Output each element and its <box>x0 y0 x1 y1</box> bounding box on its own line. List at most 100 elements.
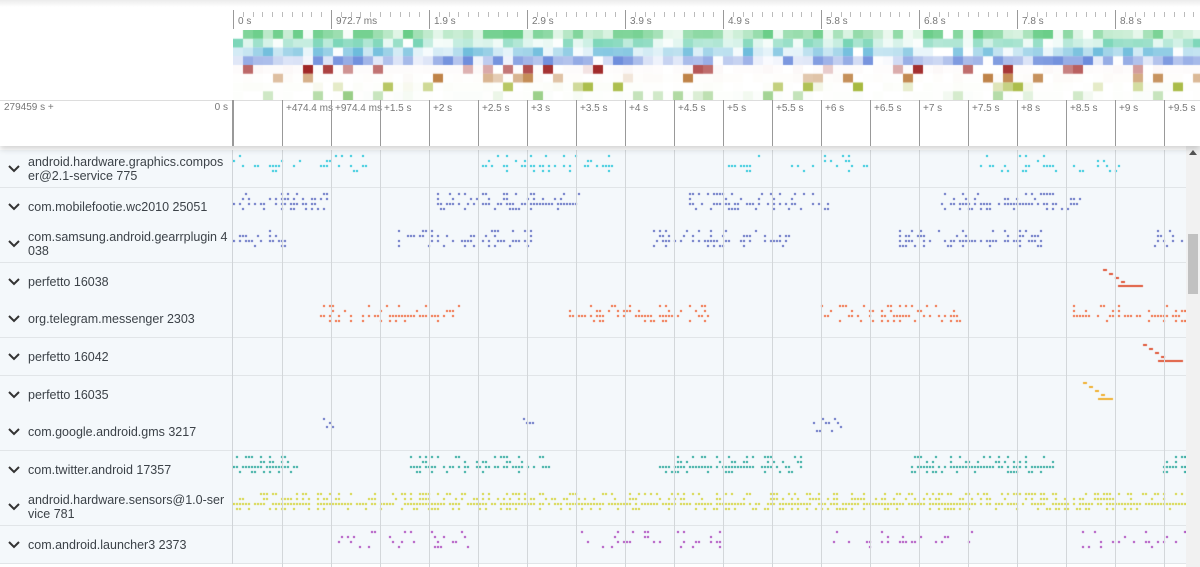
minor-tick <box>389 12 391 17</box>
track-slices[interactable] <box>233 526 1186 564</box>
track-slices[interactable] <box>233 413 1186 452</box>
overview-tick: 6.8 s <box>919 10 946 29</box>
track-slices[interactable] <box>233 488 1186 527</box>
scroll-up-icon[interactable] <box>1189 150 1197 155</box>
minor-tick <box>879 12 881 17</box>
minor-tick <box>674 12 675 17</box>
track-4[interactable]: org.telegram.messenger 2303 <box>0 300 1186 339</box>
minor-tick <box>399 12 401 17</box>
minor-tick <box>468 12 470 17</box>
minor-tick <box>791 12 793 17</box>
chevron-down-icon[interactable] <box>0 390 28 399</box>
time-tick: +5 s <box>723 100 746 146</box>
overview-tick: 1.9 s <box>429 10 456 29</box>
minor-tick <box>507 12 509 17</box>
minor-tick <box>419 12 421 17</box>
minor-tick <box>899 12 901 17</box>
track-name: com.google.android.gms 3217 <box>28 425 197 440</box>
track-shell[interactable]: com.google.android.gms 3217 <box>0 413 233 452</box>
minor-tick <box>997 12 999 17</box>
minor-tick <box>938 12 940 17</box>
overview-ruler[interactable]: 0 s 972.7 ms 1.9 s 2.9 s 3.9 s 4.9 s 5.8 s 6.8 … <box>233 7 1200 29</box>
track-9[interactable]: android.hardware.sensors@1.0-service 781 <box>0 488 1186 527</box>
minor-tick <box>585 12 587 17</box>
track-name: perfetto 16042 <box>28 350 109 364</box>
minor-tick <box>546 12 548 17</box>
track-shell[interactable]: android.hardware.sensors@1.0-service 781 <box>0 488 233 527</box>
track-7[interactable]: com.google.android.gms 3217 <box>0 413 1186 452</box>
minor-tick <box>438 12 440 17</box>
time-tick: +5.5 s <box>772 100 804 146</box>
overview-tick: 7.8 s <box>1017 10 1044 29</box>
track-5[interactable]: perfetto 16042 <box>0 338 1186 376</box>
chevron-down-icon[interactable] <box>0 315 28 323</box>
grid-line <box>870 150 871 567</box>
time-tick: +9.5 s <box>1164 100 1196 146</box>
track-shell[interactable]: com.samsung.android.gearrplugin 4038 <box>0 225 233 264</box>
track-slices[interactable] <box>233 300 1186 339</box>
time-tick: +2 s <box>429 100 452 146</box>
grid-line <box>674 150 675 567</box>
chevron-down-icon[interactable] <box>0 353 28 361</box>
minor-tick <box>252 12 254 17</box>
scroll-thumb[interactable] <box>1188 234 1198 294</box>
track-shell[interactable]: com.android.launcher3 2373 <box>0 526 233 564</box>
chevron-down-icon[interactable] <box>0 202 28 211</box>
chevron-down-icon[interactable] <box>0 428 28 436</box>
track-slices[interactable] <box>233 187 1186 226</box>
track-slices[interactable] <box>233 150 1186 188</box>
minor-tick <box>1075 12 1077 17</box>
grid-line <box>772 150 773 567</box>
chevron-down-icon[interactable] <box>0 503 28 511</box>
minor-tick <box>301 12 303 17</box>
track-shell[interactable]: org.telegram.messenger 2303 <box>0 300 233 339</box>
track-name: org.telegram.messenger 2303 <box>28 312 195 327</box>
minor-tick <box>1134 12 1136 17</box>
track-shell[interactable]: com.twitter.android 17357 <box>0 450 233 489</box>
overview-heatmap[interactable] <box>233 30 1200 100</box>
track-name: com.samsung.android.gearrplugin 4038 <box>28 230 228 259</box>
track-shell[interactable]: perfetto 16035 <box>0 375 233 414</box>
minor-tick <box>634 12 636 17</box>
track-shell[interactable]: android.hardware.graphics.composer@2.1-s… <box>0 150 233 188</box>
minor-tick <box>1124 12 1126 17</box>
overview-tick: 4.9 s <box>723 10 750 29</box>
minor-tick <box>683 12 685 17</box>
track-slices[interactable] <box>233 262 1186 301</box>
track-10[interactable]: com.android.launcher3 2373 <box>0 526 1186 564</box>
track-2[interactable]: com.samsung.android.gearrplugin 4038 <box>0 225 1186 264</box>
track-1[interactable]: com.mobilefootie.wc2010 25051 <box>0 187 1186 226</box>
minor-tick <box>762 12 764 17</box>
grid-line <box>968 150 969 567</box>
track-name: com.mobilefootie.wc2010 25051 <box>28 199 208 214</box>
grid-line <box>723 150 724 567</box>
track-6[interactable]: perfetto 16035 <box>0 375 1186 414</box>
time-tick: +8 s <box>1017 100 1040 146</box>
track-8[interactable]: com.twitter.android 17357 <box>0 450 1186 489</box>
chevron-down-icon[interactable] <box>0 541 28 549</box>
track-0[interactable]: android.hardware.graphics.composer@2.1-s… <box>0 150 1186 188</box>
track-3[interactable]: perfetto 16038 <box>0 262 1186 301</box>
track-shell[interactable]: com.mobilefootie.wc2010 25051 <box>0 187 233 226</box>
grid-line <box>821 150 822 567</box>
minor-tick <box>262 12 264 17</box>
grid-line <box>282 150 283 567</box>
chevron-down-icon[interactable] <box>0 165 28 173</box>
track-name: perfetto 16035 <box>28 387 109 402</box>
track-shell[interactable]: perfetto 16038 <box>0 262 233 301</box>
minor-tick <box>654 12 656 17</box>
time-tick: +1.5 s <box>380 100 412 146</box>
scrollbar[interactable] <box>1186 146 1200 567</box>
track-slices[interactable] <box>233 450 1186 489</box>
track-slices[interactable] <box>233 338 1186 376</box>
track-slices[interactable] <box>233 375 1186 414</box>
minor-tick <box>1085 12 1087 17</box>
chevron-down-icon[interactable] <box>0 278 28 286</box>
track-name: android.hardware.graphics.composer@2.1-s… <box>28 155 224 183</box>
minor-tick <box>576 12 577 17</box>
minor-tick <box>909 12 911 17</box>
track-shell[interactable]: perfetto 16042 <box>0 338 233 376</box>
chevron-down-icon[interactable] <box>0 466 28 474</box>
chevron-down-icon[interactable] <box>0 240 28 248</box>
track-slices[interactable] <box>233 225 1186 264</box>
